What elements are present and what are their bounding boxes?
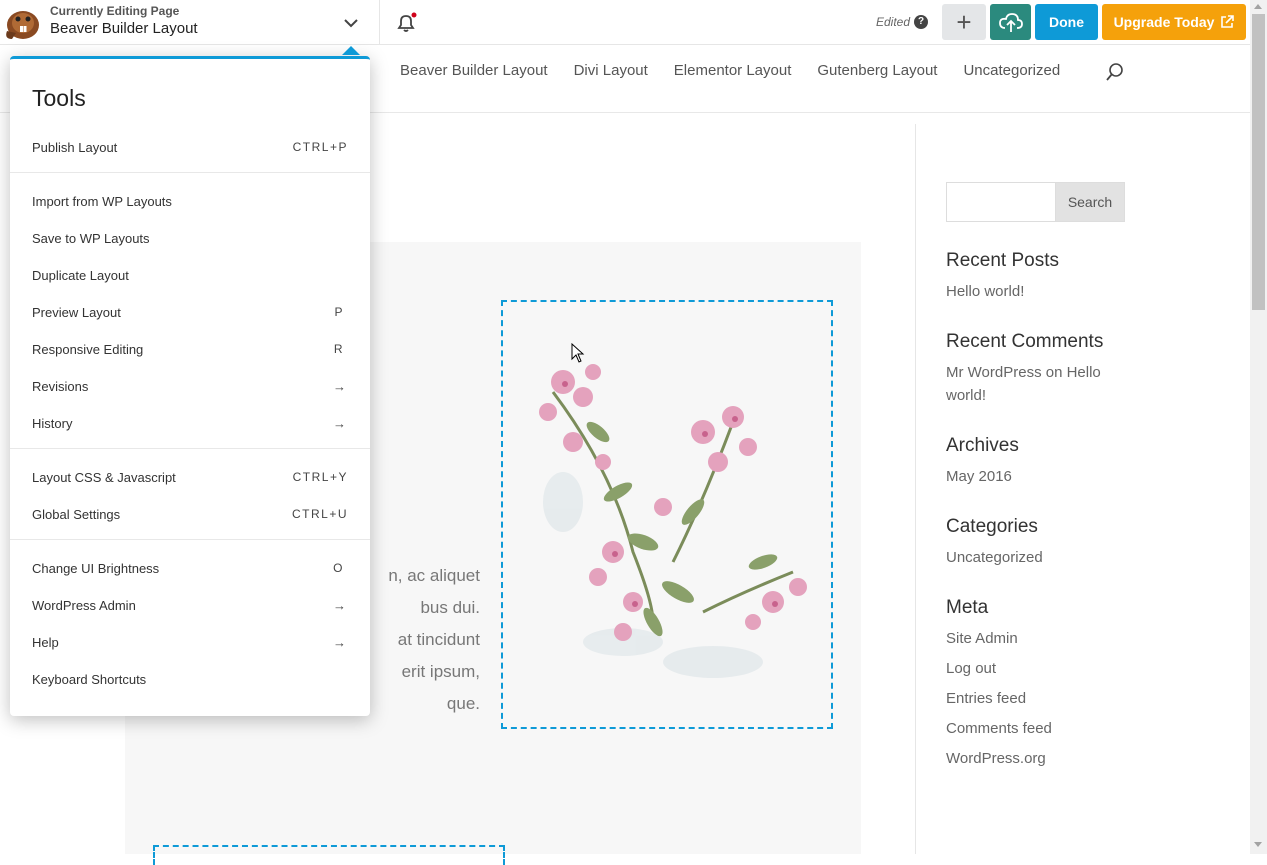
add-content-button[interactable]: + <box>942 4 986 40</box>
tool-label: Save to WP Layouts <box>32 230 150 246</box>
tool-label: Global Settings <box>32 506 121 522</box>
beaver-logo[interactable] <box>4 3 44 41</box>
builder-toolbar: Currently Editing Page Beaver Builder La… <box>0 0 1250 45</box>
widget-title-categories: Categories <box>946 516 1038 537</box>
tool-responsive-editing[interactable]: Responsive Editing R <box>10 333 370 365</box>
meta-link-comments-feed[interactable]: Comments feed <box>946 717 1052 740</box>
tool-label: Keyboard Shortcuts <box>32 671 147 687</box>
publish-button[interactable] <box>990 4 1031 40</box>
scroll-down-arrow-icon[interactable] <box>1254 842 1262 847</box>
tool-global-settings[interactable]: Global Settings CTRL+U <box>10 498 370 530</box>
tool-duplicate-layout[interactable]: Duplicate Layout <box>10 259 370 291</box>
sidebar-search-input[interactable] <box>946 182 1056 222</box>
tool-history[interactable]: History → <box>10 407 370 439</box>
tool-help[interactable]: Help → <box>10 626 370 658</box>
toolbar-divider <box>379 0 380 45</box>
done-button[interactable]: Done <box>1035 4 1098 40</box>
tools-divider <box>10 172 370 173</box>
tool-shortcut: CTRL+P <box>292 140 348 154</box>
nav-item-elementor-layout[interactable]: Elementor Layout <box>674 62 792 79</box>
tool-label: Publish Layout <box>32 139 118 155</box>
upgrade-label: Upgrade Today <box>1113 14 1215 30</box>
arrow-right-icon: → <box>333 597 346 613</box>
arrow-right-icon: → <box>333 415 346 431</box>
scroll-up-arrow-icon[interactable] <box>1254 4 1262 9</box>
recent-comment-link[interactable]: world! <box>946 384 986 407</box>
tool-preview-layout[interactable]: Preview Layout P <box>10 296 370 328</box>
editing-subtitle: Currently Editing Page <box>50 4 180 18</box>
tool-keyboard-shortcuts[interactable]: Keyboard Shortcuts <box>10 663 370 695</box>
widget-title-recent-posts: Recent Posts <box>946 250 1059 271</box>
meta-link-log-out[interactable]: Log out <box>946 657 996 680</box>
tools-panel: Tools Publish Layout CTRL+P Import from … <box>10 56 370 716</box>
tool-label: Preview Layout <box>32 304 121 320</box>
tool-label: Responsive Editing <box>32 341 144 357</box>
recent-comment-link[interactable]: Mr WordPress on Hello <box>946 361 1101 384</box>
editing-title: Beaver Builder Layout <box>50 20 198 37</box>
tool-label: Change UI Brightness <box>32 560 160 576</box>
tool-revisions[interactable]: Revisions → <box>10 370 370 402</box>
tool-shortcut: CTRL+U <box>291 507 348 521</box>
meta-link-wordpress-org[interactable]: WordPress.org <box>946 747 1046 770</box>
site-navigation: Beaver Builder Layout Divi Layout Elemen… <box>400 62 1060 79</box>
tool-label: Layout CSS & Javascript <box>32 469 176 485</box>
search-icon[interactable] <box>1105 62 1125 82</box>
tool-label: Import from WP Layouts <box>32 193 172 209</box>
archive-link[interactable]: May 2016 <box>946 465 1012 488</box>
panel-caret <box>342 46 360 55</box>
photo-module[interactable] <box>501 300 833 729</box>
tools-divider <box>10 539 370 540</box>
chevron-down-icon[interactable] <box>340 12 362 34</box>
tool-label: WordPress Admin <box>32 597 136 613</box>
widget-title-meta: Meta <box>946 597 989 618</box>
nav-item-gutenberg-layout[interactable]: Gutenberg Layout <box>817 62 937 79</box>
edited-status: Edited <box>876 15 911 29</box>
arrow-right-icon: → <box>333 378 346 394</box>
bottom-module[interactable] <box>153 845 505 865</box>
scrollbar-thumb[interactable] <box>1252 14 1265 310</box>
tool-layout-css-js[interactable]: Layout CSS & Javascript CTRL+Y <box>10 461 370 493</box>
tool-shortcut: O <box>333 561 344 575</box>
editing-page-title[interactable]: Currently Editing Page Beaver Builder La… <box>50 4 198 40</box>
recent-post-link[interactable]: Hello world! <box>946 280 1024 303</box>
tool-save-wp-layouts[interactable]: Save to WP Layouts <box>10 222 370 254</box>
arrow-right-icon: → <box>333 634 346 650</box>
mouse-cursor-icon <box>571 343 585 363</box>
tool-shortcut: P <box>334 305 344 319</box>
widget-title-recent-comments: Recent Comments <box>946 331 1104 352</box>
nav-item-beaver-builder-layout[interactable]: Beaver Builder Layout <box>400 62 548 79</box>
upgrade-button[interactable]: Upgrade Today <box>1102 4 1246 40</box>
widget-title-archives: Archives <box>946 435 1019 456</box>
tool-wordpress-admin[interactable]: WordPress Admin → <box>10 589 370 621</box>
tools-panel-title: Tools <box>32 85 86 111</box>
flower-image <box>539 364 807 678</box>
sidebar-search-button[interactable]: Search <box>1055 182 1125 222</box>
meta-link-site-admin[interactable]: Site Admin <box>946 627 1018 650</box>
external-link-icon <box>1221 15 1235 28</box>
tool-publish-layout[interactable]: Publish Layout CTRL+P <box>10 131 370 163</box>
tool-label: Help <box>32 634 59 650</box>
category-link[interactable]: Uncategorized <box>946 546 1043 569</box>
nav-item-divi-layout[interactable]: Divi Layout <box>574 62 648 79</box>
tool-shortcut: R <box>333 342 344 356</box>
cloud-upload-icon <box>998 13 1023 32</box>
tool-import-wp-layouts[interactable]: Import from WP Layouts <box>10 185 370 217</box>
sidebar-divider <box>915 124 916 854</box>
tool-label: Revisions <box>32 378 89 394</box>
bell-icon[interactable] <box>393 11 419 35</box>
tools-divider <box>10 448 370 449</box>
tool-change-ui-brightness[interactable]: Change UI Brightness O <box>10 552 370 584</box>
tool-shortcut: CTRL+Y <box>292 470 348 484</box>
meta-link-entries-feed[interactable]: Entries feed <box>946 687 1026 710</box>
tool-label: Duplicate Layout <box>32 267 129 283</box>
nav-item-uncategorized[interactable]: Uncategorized <box>963 62 1060 79</box>
help-icon[interactable]: ? <box>914 15 928 29</box>
tool-label: History <box>32 415 73 431</box>
